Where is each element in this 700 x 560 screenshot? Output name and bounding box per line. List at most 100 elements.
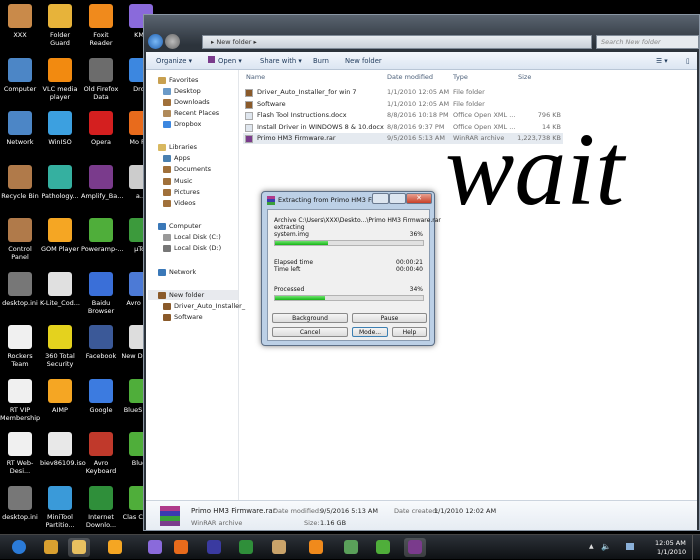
desktop-icon-item[interactable]: Internet Downlo...	[81, 485, 121, 529]
view-options-icon[interactable]: ☰ ▾	[656, 52, 668, 70]
desktop-icon-item[interactable]: Recycle Bin	[0, 164, 40, 200]
desktop-icon-item[interactable]: Computer	[0, 57, 40, 93]
nav-documents[interactable]: Documents	[163, 165, 211, 173]
desktop-icon-item[interactable]: Google	[81, 378, 121, 414]
desktop-icon-item[interactable]: XXX	[0, 4, 40, 39]
address-bar[interactable]: ▸ New folder ▸	[202, 35, 592, 49]
desktop-icon-item[interactable]: WinISO	[40, 111, 80, 146]
desktop-icon-label: 360 Total Security	[45, 352, 75, 368]
search-input[interactable]: Search New folder	[596, 35, 699, 49]
desktop-icon-item[interactable]: Amplify_Ba...	[81, 164, 123, 200]
desktop-icon-item[interactable]: VLC media player	[40, 57, 80, 101]
show-hidden-icons[interactable]: ▲	[589, 543, 594, 550]
network-tray-icon[interactable]	[626, 543, 634, 550]
desktop-icon-item[interactable]: Baidu Browser	[81, 271, 121, 315]
show-desktop-button[interactable]	[692, 535, 700, 560]
organize-button[interactable]: Organize ▾	[156, 52, 192, 70]
nav-downloads[interactable]: Downloads	[163, 98, 210, 106]
forward-button[interactable]	[165, 34, 180, 49]
preview-pane-icon[interactable]: ▯	[686, 52, 690, 70]
nav-music[interactable]: Music	[163, 177, 193, 185]
column-type[interactable]: Type	[453, 73, 468, 81]
nav-subfolder[interactable]: Software	[163, 313, 203, 321]
close-button[interactable]: ✕	[406, 193, 432, 204]
column-date-modified[interactable]: Date modified	[387, 73, 433, 81]
nav-new-folder[interactable]: New folder	[148, 290, 238, 300]
nav-local-disk-c[interactable]: Local Disk (C:)	[163, 233, 221, 241]
new-folder-button[interactable]: New folder	[345, 52, 382, 70]
taskbar-explorer-button[interactable]	[68, 538, 90, 557]
desktop-icon-item[interactable]: Foxit Reader	[81, 4, 121, 47]
cancel-button[interactable]: Cancel	[272, 327, 348, 337]
nav-recent-places[interactable]: Recent Places	[163, 109, 219, 117]
help-button[interactable]: Help	[392, 327, 427, 337]
file-date: 8/8/2016 10:18 PM	[387, 111, 449, 119]
desktop-icon-label: Foxit Reader	[89, 31, 113, 47]
app-icon	[89, 218, 113, 242]
file-row[interactable]: Driver_Auto_Installer_for win 7 1/1/2010 …	[243, 87, 563, 98]
file-row[interactable]: Software 1/1/2010 12:05 AM File folder	[243, 99, 563, 110]
open-button[interactable]: Open ▾	[208, 52, 242, 70]
pause-button[interactable]: Pause	[352, 313, 427, 323]
taskbar-start-button[interactable]	[8, 538, 30, 557]
taskbar-kmp-button[interactable]	[144, 538, 166, 557]
clock-date[interactable]: 1/1/2010	[657, 548, 686, 556]
desktop-icon-item[interactable]: desktop.ini	[0, 485, 40, 521]
mode-button[interactable]: Mode...	[352, 327, 388, 337]
desktop-icon-item[interactable]: GOM Player	[40, 218, 80, 253]
column-name[interactable]: Name	[246, 73, 265, 81]
nav-network[interactable]: Network	[158, 268, 196, 276]
desktop-icon-item[interactable]: desktop.ini	[0, 271, 40, 307]
nav-desktop[interactable]: Desktop	[163, 87, 201, 95]
desktop-icon-item[interactable]: RT Web-Desi...	[0, 432, 40, 475]
taskbar-idm-button[interactable]	[235, 538, 257, 557]
nav-computer[interactable]: Computer	[158, 222, 201, 230]
taskbar-winrar-button[interactable]	[404, 538, 426, 557]
column-size[interactable]: Size	[518, 73, 531, 81]
desktop-icon-item[interactable]: MiniTool Partitio...	[40, 485, 80, 529]
desktop-icon-label: K-Lite_Cod...	[40, 298, 80, 307]
desktop-icon-item[interactable]: AIMP	[40, 378, 80, 414]
taskbar-paint-button[interactable]	[268, 538, 290, 557]
nav-favorites[interactable]: Favorites	[158, 76, 198, 84]
desktop-icon-item[interactable]: RT VIP Membership	[0, 378, 40, 422]
desktop-icon-item[interactable]: Pathology...	[40, 164, 80, 200]
taskbar-monitor-button[interactable]	[340, 538, 362, 557]
nav-apps[interactable]: Apps	[163, 154, 190, 162]
taskbar-foxit-button[interactable]	[305, 538, 327, 557]
clock-time[interactable]: 12:05 AM	[655, 539, 686, 547]
taskbar-winrar-app-button[interactable]	[203, 538, 225, 557]
desktop-icon-item[interactable]: Poweramp-...	[81, 218, 124, 253]
desktop-icon-label: Internet Downlo...	[85, 512, 117, 529]
breadcrumb[interactable]: New folder	[216, 38, 251, 46]
desktop-icon-item[interactable]: Network	[0, 111, 40, 146]
minimize-button[interactable]	[372, 193, 389, 204]
share-with-button[interactable]: Share with ▾	[260, 52, 302, 70]
desktop-icon-item[interactable]: Avro Keyboard	[81, 432, 121, 475]
desktop-icon-item[interactable]: Facebook	[81, 325, 121, 360]
background-button[interactable]: Background	[272, 313, 348, 323]
desktop-icon-item[interactable]: Rockers Team	[0, 325, 40, 368]
nav-pictures[interactable]: Pictures	[163, 188, 200, 196]
nav-subfolder[interactable]: Driver_Auto_Installer_	[163, 302, 245, 310]
nav-dropbox[interactable]: Dropbox	[163, 120, 201, 128]
taskbar-folder-guard-button[interactable]	[40, 538, 62, 557]
maximize-button[interactable]	[389, 193, 406, 204]
nav-videos[interactable]: Videos	[163, 199, 196, 207]
taskbar-gom-button[interactable]	[104, 538, 126, 557]
nav-libraries[interactable]: Libraries	[158, 143, 197, 151]
desktop-icon-item[interactable]: Folder Guard	[40, 4, 80, 47]
taskbar-firefox-button[interactable]	[170, 538, 192, 557]
taskbar-bluestacks-button[interactable]	[372, 538, 394, 557]
desktop-icon-item[interactable]: biev86109.iso	[40, 432, 86, 467]
desktop-icon-item[interactable]: Opera	[81, 111, 121, 146]
nav-local-disk-d[interactable]: Local Disk (D:)	[163, 244, 221, 252]
burn-button[interactable]: Burn	[313, 52, 329, 70]
desktop-icon-item[interactable]: Old Firefox Data	[81, 57, 121, 101]
volume-icon[interactable]: 🔈	[601, 542, 611, 551]
app-icon	[89, 325, 113, 349]
desktop-icon-item[interactable]: 360 Total Security	[40, 325, 80, 368]
back-button[interactable]	[148, 34, 163, 49]
desktop-icon-item[interactable]: Control Panel	[0, 218, 40, 261]
desktop-icon-item[interactable]: K-Lite_Cod...	[40, 271, 80, 307]
